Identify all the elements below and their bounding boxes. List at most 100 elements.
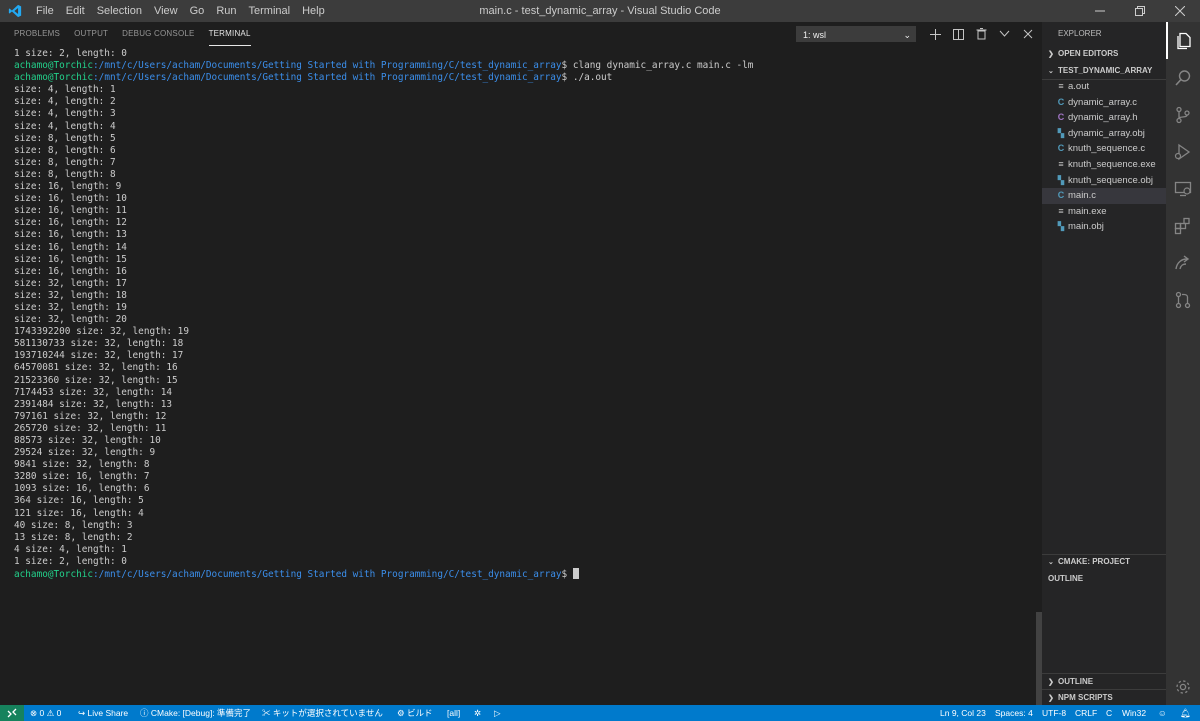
pull-requests-activity-button[interactable] <box>1166 281 1200 318</box>
close-icon <box>1175 6 1185 16</box>
platform-button[interactable]: Win32 <box>1122 705 1146 721</box>
explorer-activity-button[interactable] <box>1166 22 1200 59</box>
extensions-activity-button[interactable] <box>1166 207 1200 244</box>
file-item[interactable]: ▚ main.obj <box>1042 219 1166 235</box>
terminal-output-line: 797161 size: 32, length: 12 <box>14 410 167 422</box>
terminal-output-line: 265720 size: 32, length: 11 <box>14 422 167 434</box>
terminal-output-line: 581130733 size: 32, length: 18 <box>14 338 184 350</box>
remote-icon <box>7 708 17 718</box>
terminal-output-line: 3280 size: 16, length: 7 <box>14 471 150 483</box>
problems-status-button[interactable]: ⊗ 0 ⚠ 0 <box>30 705 61 721</box>
menu-selection[interactable]: Selection <box>91 0 148 22</box>
cmake-build-button[interactable]: ⚙ ビルド <box>397 705 433 721</box>
menu-terminal[interactable]: Terminal <box>243 0 297 22</box>
terminal-output-line: size: 32, length: 18 <box>14 289 127 301</box>
file-item[interactable]: Cmain.c <box>1042 188 1166 204</box>
tab-output[interactable]: OUTPUT <box>74 22 108 46</box>
terminal-output[interactable]: 1 size: 2, length: 0 achamo@Torchic:/mnt/… <box>14 48 753 581</box>
cursor-position-button[interactable]: Ln 9, Col 23 <box>940 705 986 721</box>
cmake-run-button[interactable]: ▷ <box>494 705 501 721</box>
feedback-button[interactable]: ☺ <box>1158 705 1167 721</box>
cmake-kit-button[interactable]: ✂ キットが選択されていません <box>262 705 383 721</box>
folder-section[interactable]: ⌄ TEST_DYNAMIC_ARRAY <box>1042 63 1166 79</box>
live-share-activity-button[interactable] <box>1166 244 1200 281</box>
split-icon <box>953 28 964 40</box>
cmake-target-button[interactable]: [all] <box>447 705 460 721</box>
tab-problems[interactable]: PROBLEMS <box>14 22 60 46</box>
terminal-output-line: size: 16, length: 11 <box>14 205 127 217</box>
language-mode-button[interactable]: C <box>1106 705 1112 721</box>
restore-button[interactable] <box>1120 0 1160 22</box>
file-name: knuth_sequence.exe <box>1068 158 1156 170</box>
outline-section[interactable]: ❯ OUTLINE <box>1042 674 1166 690</box>
cmake-target-label: [all] <box>447 708 461 718</box>
search-activity-button[interactable] <box>1166 59 1200 96</box>
files-icon <box>1177 32 1191 49</box>
file-item[interactable]: ≡ knuth_sequence.exe <box>1042 157 1166 173</box>
new-terminal-button[interactable] <box>924 24 947 44</box>
prompt-user: achamo@Torchic <box>14 60 94 72</box>
terminal-output-line: size: 16, length: 14 <box>14 241 127 253</box>
terminal-command: clang dynamic_array.c main.c -lm <box>567 60 754 72</box>
file-item[interactable]: ▚ dynamic_array.obj <box>1042 126 1166 142</box>
chevron-down-icon <box>999 30 1010 37</box>
cmake-icon: ⓘ <box>140 708 149 718</box>
terminal-output-line: 2391484 size: 32, length: 13 <box>14 398 173 410</box>
file-item[interactable]: ≡ main.exe <box>1042 204 1166 220</box>
terminal-output-line: size: 4, length: 1 <box>14 84 116 96</box>
menu-file[interactable]: File <box>30 0 60 22</box>
file-item[interactable]: Cdynamic_array.h <box>1042 110 1166 126</box>
menu-view[interactable]: View <box>148 0 184 22</box>
cmake-debug-button[interactable]: ✲ <box>474 705 481 721</box>
minimize-icon <box>1095 10 1105 12</box>
npm-scripts-section[interactable]: ❯ NPM SCRIPTS <box>1042 690 1166 706</box>
cmake-build-label: ビルド <box>407 708 433 718</box>
cmake-outline-label: CMAKE: PROJECT OUTLINE <box>1048 557 1131 583</box>
cmake-status-button[interactable]: ⓘ CMake: [Debug]: 準備完了 <box>140 705 251 721</box>
tab-debug-console[interactable]: DEBUG CONSOLE <box>122 22 194 46</box>
notifications-button[interactable]: 🔔︎ <box>1180 705 1191 721</box>
file-item[interactable]: Cdynamic_array.c <box>1042 95 1166 111</box>
terminal-output-line: size: 16, length: 16 <box>14 265 127 277</box>
file-item[interactable]: ≡ a.out <box>1042 79 1166 95</box>
menu-edit[interactable]: Edit <box>60 0 91 22</box>
menu-go[interactable]: Go <box>184 0 211 22</box>
manage-activity-button[interactable] <box>1166 668 1200 705</box>
bug-icon: ✲ <box>474 708 482 718</box>
file-item[interactable]: ▚ knuth_sequence.obj <box>1042 173 1166 189</box>
file-item[interactable]: Cknuth_sequence.c <box>1042 141 1166 157</box>
warning-icon: ⚠ <box>46 708 55 718</box>
terminal-prompt-line: achamo@Torchic:/mnt/c/Users/acham/Docume… <box>14 72 753 84</box>
menu-help[interactable]: Help <box>296 0 331 22</box>
terminal-output-line: size: 16, length: 15 <box>14 253 127 265</box>
tab-terminal[interactable]: TERMINAL <box>208 22 251 46</box>
source-control-activity-button[interactable] <box>1166 96 1200 133</box>
file-name: dynamic_array.c <box>1068 96 1137 108</box>
file-name: dynamic_array.h <box>1068 112 1138 124</box>
terminal-output-line: size: 16, length: 9 <box>14 181 122 193</box>
kill-terminal-button[interactable] <box>970 24 993 44</box>
text-file-icon: ≡ <box>1058 81 1064 91</box>
terminal-select-dropdown[interactable]: 1: wsl ⌄ <box>796 26 916 42</box>
file-name: main.exe <box>1068 205 1107 217</box>
minimize-button[interactable] <box>1080 0 1120 22</box>
terminal-output-line: 9841 size: 32, length: 8 <box>14 459 150 471</box>
eol-button[interactable]: CRLF <box>1075 705 1097 721</box>
plus-icon <box>930 28 941 40</box>
close-panel-button[interactable] <box>1016 24 1039 44</box>
prompt-path: :/mnt/c/Users/acham/Documents/Getting St… <box>93 72 562 84</box>
indentation-button[interactable]: Spaces: 4 <box>995 705 1033 721</box>
live-share-status-button[interactable]: ↪ Live Share <box>78 705 128 721</box>
open-editors-section[interactable]: ❯ OPEN EDITORS <box>1042 46 1166 62</box>
cmake-outline-section[interactable]: ⌄ CMAKE: PROJECT OUTLINE <box>1042 554 1166 583</box>
split-terminal-button[interactable] <box>947 24 970 44</box>
maximize-panel-button[interactable] <box>993 24 1016 44</box>
menu-run[interactable]: Run <box>210 0 242 22</box>
terminal-output-line: 40 size: 8, length: 3 <box>14 519 133 531</box>
remote-indicator-button[interactable] <box>0 705 24 721</box>
remote-explorer-activity-button[interactable] <box>1166 170 1200 207</box>
file-name: main.obj <box>1068 221 1104 233</box>
close-window-button[interactable] <box>1160 0 1200 22</box>
run-debug-activity-button[interactable] <box>1166 133 1200 170</box>
encoding-button[interactable]: UTF-8 <box>1042 705 1066 721</box>
